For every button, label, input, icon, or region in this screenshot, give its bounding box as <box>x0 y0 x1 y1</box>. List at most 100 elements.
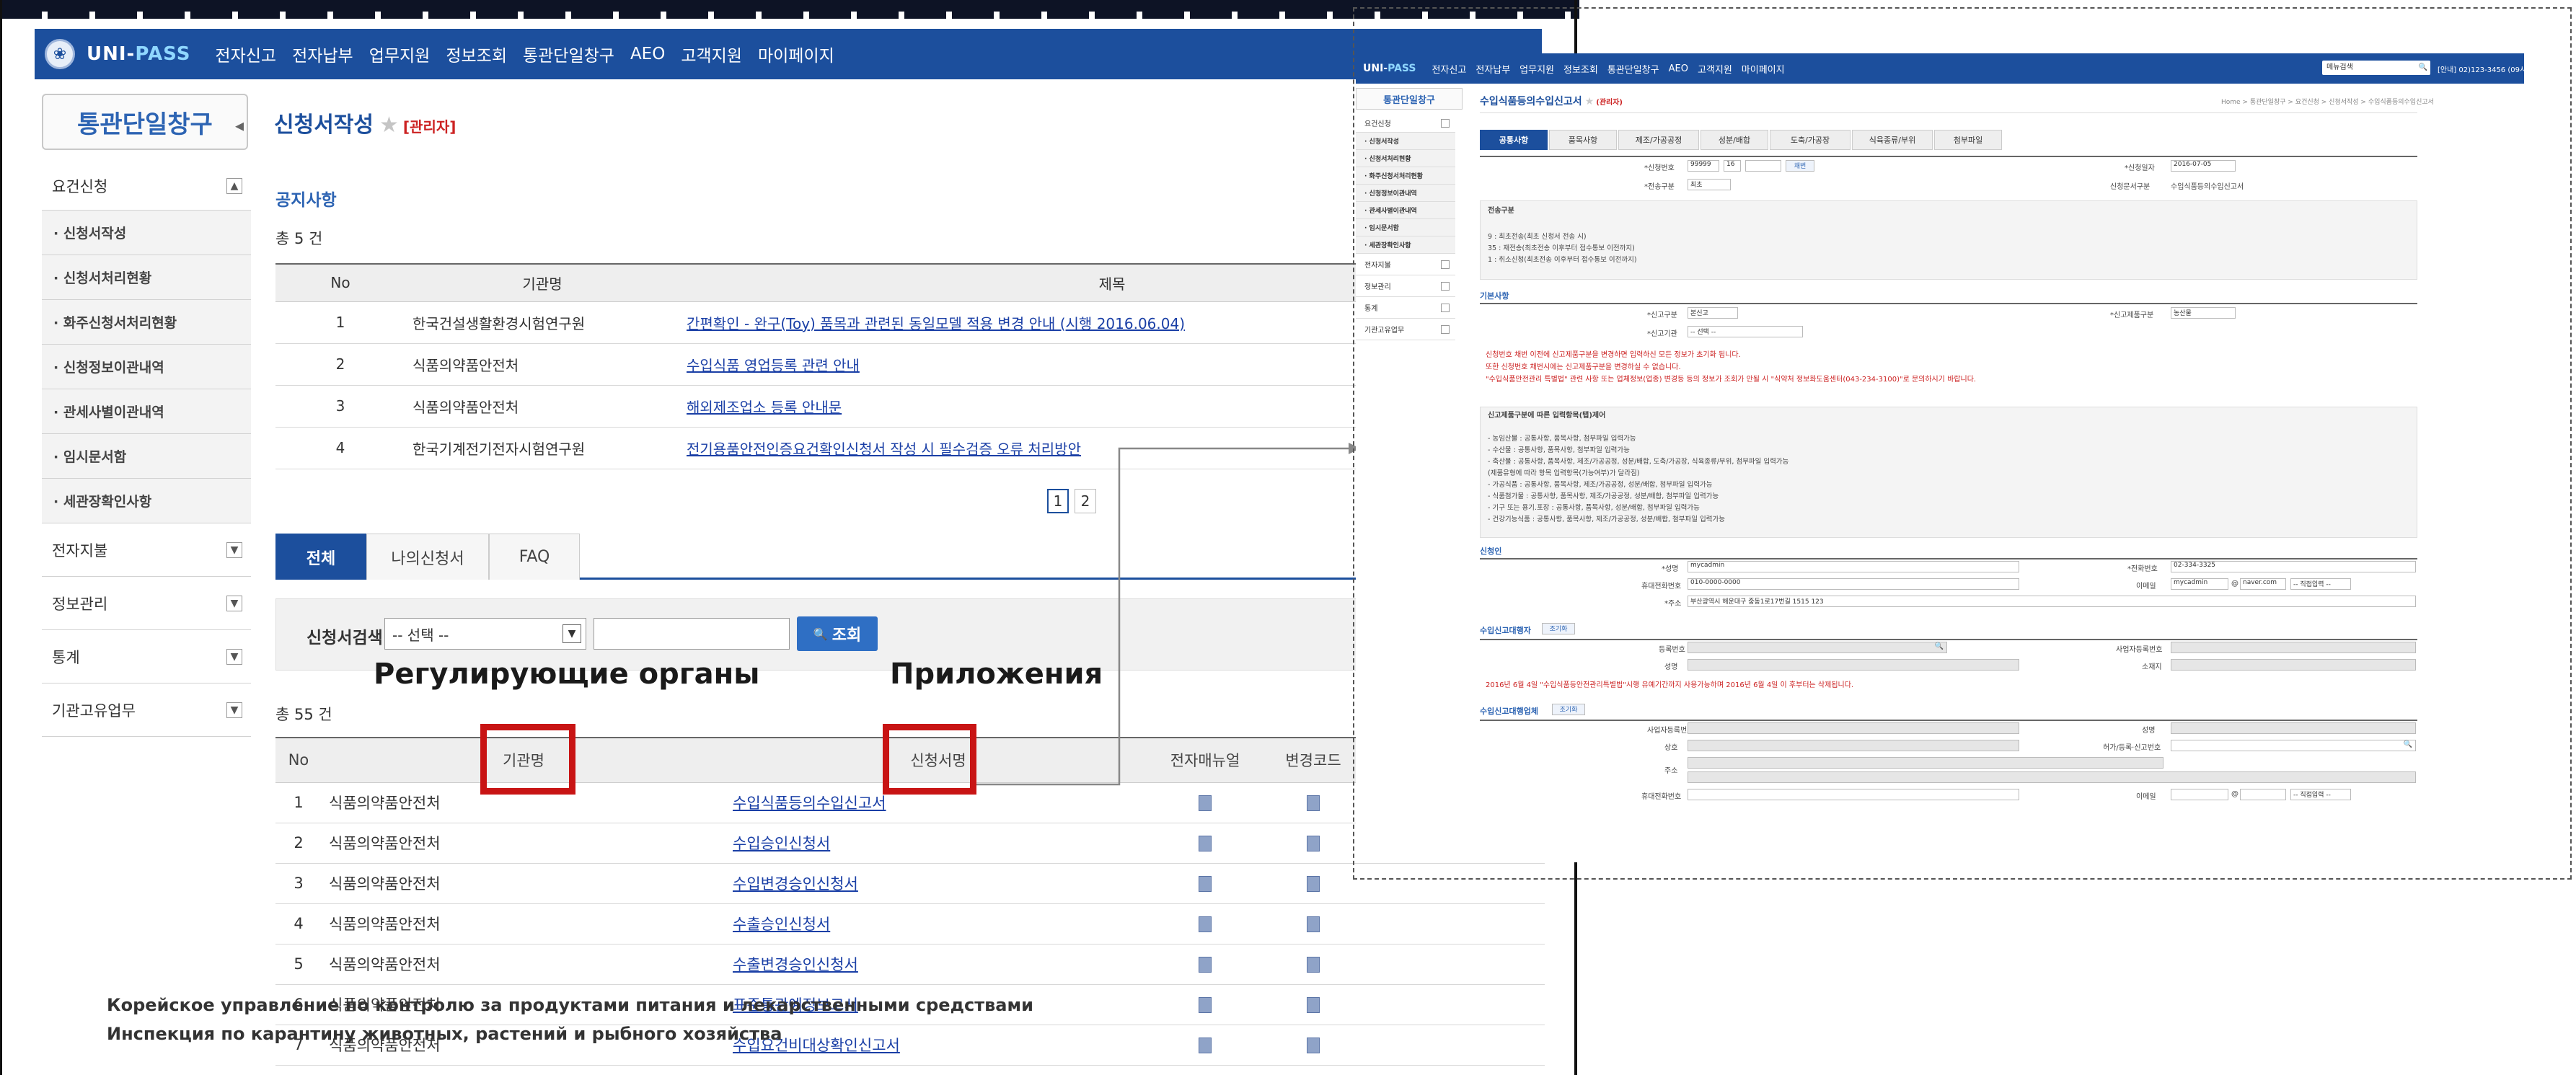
sidebar-item-info[interactable]: 정보관리 <box>1356 275 1455 297</box>
collapse-icon[interactable]: ▲ <box>226 177 242 194</box>
company-email-domain-input[interactable] <box>2240 789 2286 800</box>
sidebar-item-broker-transfer[interactable]: · 관세사별이관내역 <box>42 389 251 434</box>
menu-item[interactable]: 업무지원 <box>1519 62 1554 76</box>
applicant-mobile-input[interactable]: 010-0000-0000 <box>1688 578 2019 590</box>
tab-all[interactable]: 전체 <box>275 534 366 580</box>
notice-link[interactable]: 해외제조업소 등록 안내문 <box>687 399 842 416</box>
sidebar-item-write[interactable]: · 신청서작성 <box>42 211 251 255</box>
form-link[interactable]: 수입변경승인신청서 <box>733 875 858 893</box>
company-email-select[interactable]: -- 직접입력 -- <box>2290 789 2351 800</box>
search-button[interactable]: 🔍 조회 <box>797 616 878 651</box>
product-type-select[interactable]: 농산물 <box>2171 307 2236 319</box>
app-no-input-c[interactable] <box>1745 160 1781 172</box>
report-type-select[interactable]: 본신고 <box>1688 307 1738 319</box>
sidebar-item-customs[interactable]: · 세관장확인사항 <box>42 479 251 523</box>
menu-item[interactable]: 통관단일창구 <box>1607 62 1659 76</box>
sidebar-item-temp[interactable]: · 임시문서함 <box>1356 219 1455 236</box>
manual-doc-icon[interactable] <box>1199 997 1212 1013</box>
sidebar-item-status[interactable]: · 신청서처리현황 <box>1356 150 1455 167</box>
step-attachments[interactable]: 첨부파일 <box>1934 130 2002 150</box>
change-code-doc-icon[interactable] <box>1307 876 1320 892</box>
favorite-star-icon[interactable]: ★ <box>1585 96 1594 107</box>
expand-icon[interactable]: ▼ <box>226 702 242 718</box>
menu-item[interactable]: 통관단일창구 <box>523 42 614 66</box>
step-meat[interactable]: 식육종류/부위 <box>1852 130 1933 150</box>
menu-item[interactable]: 업무지원 <box>369 42 431 66</box>
tab-faq[interactable]: FAQ <box>489 534 580 580</box>
sidebar-item-owner-status[interactable]: · 화주신청서처리현황 <box>1356 167 1455 185</box>
sidebar-item-stats[interactable]: 통계 <box>1356 297 1455 319</box>
menu-item[interactable]: 전자납부 <box>1476 62 1510 76</box>
manual-doc-icon[interactable] <box>1199 836 1212 851</box>
form-link[interactable]: 수출변경승인신청서 <box>733 956 858 973</box>
menu-item[interactable]: 고객지원 <box>1698 62 1732 76</box>
sidebar-item-payment[interactable]: 전자지불 <box>1356 254 1455 275</box>
expand-icon[interactable] <box>1441 281 1450 291</box>
expand-icon[interactable] <box>1441 303 1450 312</box>
tab-my-applications[interactable]: 나의신청서 <box>366 534 489 580</box>
form-link[interactable]: 수입승인신청서 <box>733 835 830 852</box>
menu-item[interactable]: 전자신고 <box>215 42 276 66</box>
agency-select[interactable]: -- 선택 -- <box>1688 326 1803 337</box>
menu-item[interactable]: 전자신고 <box>1432 62 1466 76</box>
menu-item[interactable]: AEO <box>630 45 665 63</box>
sidebar-item-info[interactable]: 정보관리 ▼ <box>42 577 251 630</box>
step-process[interactable]: 제조/가공공정 <box>1618 130 1699 150</box>
menu-item[interactable]: 고객지원 <box>681 42 742 66</box>
expand-icon[interactable] <box>1441 260 1450 269</box>
sidebar-item-owner-status[interactable]: · 화주신청서처리현황 <box>42 300 251 345</box>
menu-item[interactable]: 정보조회 <box>1563 62 1598 76</box>
applicant-name-input[interactable]: mycadmin <box>1688 561 2019 572</box>
sidebar-item-agency[interactable]: 기관고유업무 <box>1356 319 1455 340</box>
menu-item[interactable]: 마이페이지 <box>758 42 834 66</box>
sidebar-item-broker-transfer[interactable]: · 관세사별이관내역 <box>1356 202 1455 219</box>
search-input[interactable] <box>594 618 790 650</box>
change-code-doc-icon[interactable] <box>1307 997 1320 1013</box>
sidebar-item-agency[interactable]: 기관고유업무 ▼ <box>42 684 251 737</box>
sidebar-item-customs[interactable]: · 세관장확인사항 <box>1356 236 1455 254</box>
change-code-doc-icon[interactable] <box>1307 916 1320 932</box>
expand-icon[interactable] <box>1441 324 1450 334</box>
manual-doc-icon[interactable] <box>1199 957 1212 973</box>
sidebar-item-payment[interactable]: 전자지불 ▼ <box>42 523 251 577</box>
applicant-phone-input[interactable]: 02-334-3325 <box>2171 561 2416 572</box>
app-date-input[interactable]: 2016-07-05 <box>2171 160 2236 172</box>
email-domain-select[interactable]: -- 직접입력 -- <box>2290 578 2351 590</box>
manual-doc-icon[interactable] <box>1199 795 1212 811</box>
search-icon[interactable]: 🔍 <box>1935 642 1944 650</box>
search-select[interactable]: -- 선택 -- ▼ <box>384 618 586 650</box>
search-icon[interactable]: 🔍 <box>2404 740 2412 748</box>
manual-doc-icon[interactable] <box>1199 876 1212 892</box>
expand-icon[interactable]: ▼ <box>226 648 242 665</box>
send-type-select[interactable]: 최초 <box>1688 179 1731 190</box>
app-no-button[interactable]: 채번 <box>1786 160 1814 172</box>
email-id-input[interactable]: mycadmin <box>2171 578 2228 590</box>
step-common[interactable]: 공통사항 <box>1480 130 1548 150</box>
form-link[interactable]: 수출승인신청서 <box>733 916 830 933</box>
sidebar-item-transfer[interactable]: · 신청정보이관내역 <box>1356 185 1455 202</box>
step-slaughter[interactable]: 도축/가공장 <box>1770 130 1851 150</box>
right-logo[interactable]: UNI-PASS <box>1363 63 1416 74</box>
expand-icon[interactable]: ▼ <box>226 595 242 611</box>
notice-link[interactable]: 수입식품 영업등록 관련 안내 <box>687 357 860 374</box>
agent-reg-input[interactable]: 🔍 <box>1688 642 1947 653</box>
sidebar-collapse-icon[interactable]: ◂ <box>235 115 244 136</box>
agent-reset-button[interactable]: 조기화 <box>1542 623 1575 634</box>
app-no-input-a[interactable]: 99999 <box>1688 160 1719 172</box>
form-link[interactable]: 수입식품등의수입신고서 <box>733 795 886 812</box>
step-ingredients[interactable]: 성분/배합 <box>1701 130 1768 150</box>
step-items[interactable]: 품목사항 <box>1549 130 1617 150</box>
change-code-doc-icon[interactable] <box>1307 795 1320 811</box>
manual-doc-icon[interactable] <box>1199 916 1212 932</box>
unipass-logo[interactable]: ❀ UNI-PASS <box>45 39 190 69</box>
company-mobile-input[interactable] <box>1688 789 2019 800</box>
collapse-icon[interactable] <box>1441 118 1450 128</box>
sidebar-item-transfer[interactable]: · 신청정보이관내역 <box>42 345 251 389</box>
menu-item[interactable]: 정보조회 <box>446 42 507 66</box>
menu-search-input[interactable]: 메뉴검색 🔍 <box>2322 61 2430 75</box>
company-reset-button[interactable]: 조기화 <box>1552 704 1585 715</box>
menu-item[interactable]: 마이페이지 <box>1742 62 1785 76</box>
company-permit-input[interactable]: 🔍 <box>2171 740 2416 751</box>
company-email-id-input[interactable] <box>2171 789 2228 800</box>
change-code-doc-icon[interactable] <box>1307 957 1320 973</box>
